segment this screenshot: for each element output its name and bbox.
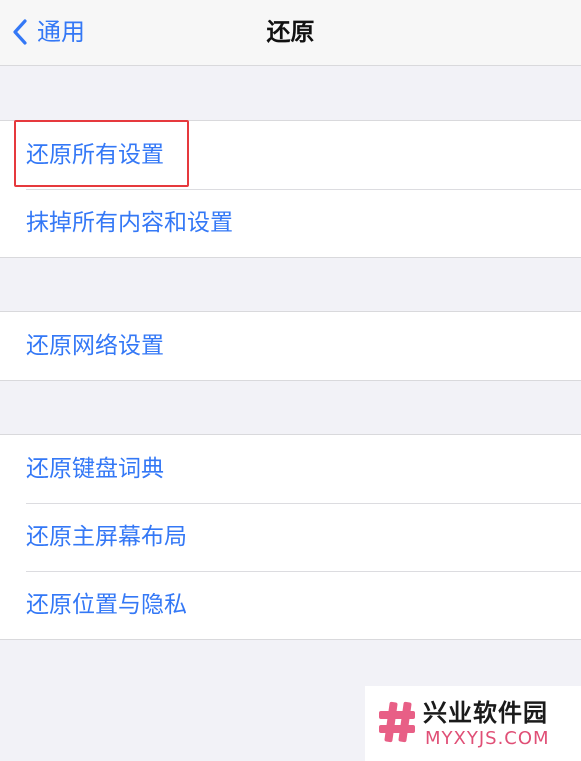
hash-logo-icon — [377, 700, 417, 748]
row-label: 还原主屏幕布局 — [26, 524, 187, 550]
settings-group-reset-all: 还原所有设置 抹掉所有内容和设置 — [0, 120, 581, 258]
settings-group-network: 还原网络设置 — [0, 311, 581, 381]
row-label: 还原位置与隐私 — [26, 592, 187, 618]
navigation-bar: 通用 还原 — [0, 0, 581, 66]
row-reset-keyboard-dictionary[interactable]: 还原键盘词典 — [0, 435, 581, 503]
settings-group-other-resets: 还原键盘词典 还原主屏幕布局 还原位置与隐私 — [0, 434, 581, 640]
watermark-url: MYXYJS.COM — [425, 728, 550, 749]
watermark: 兴业软件园 MYXYJS.COM — [365, 686, 581, 761]
row-reset-home-screen-layout[interactable]: 还原主屏幕布局 — [0, 503, 581, 571]
row-label: 抹掉所有内容和设置 — [26, 210, 233, 236]
row-erase-all-content-and-settings[interactable]: 抹掉所有内容和设置 — [0, 189, 581, 257]
row-label: 还原键盘词典 — [26, 456, 164, 482]
page-title: 还原 — [266, 18, 315, 46]
row-label: 还原所有设置 — [26, 142, 164, 168]
row-reset-all-settings[interactable]: 还原所有设置 — [0, 121, 581, 189]
watermark-name: 兴业软件园 — [423, 699, 548, 727]
row-label: 还原网络设置 — [26, 333, 164, 359]
row-reset-location-and-privacy[interactable]: 还原位置与隐私 — [0, 571, 581, 639]
row-reset-network-settings[interactable]: 还原网络设置 — [0, 312, 581, 380]
